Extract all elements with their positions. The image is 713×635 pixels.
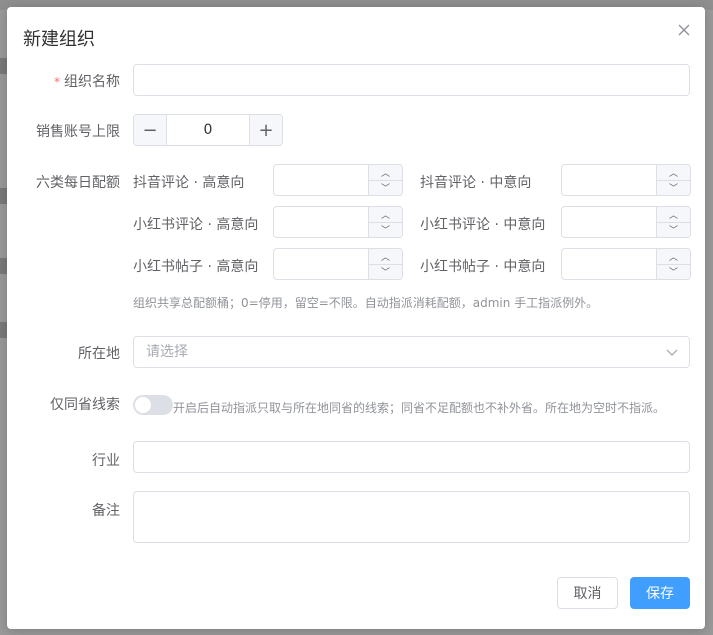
decrease-arrow-icon[interactable]: ﹀ <box>369 264 402 279</box>
location-select[interactable]: 请选择 <box>133 336 690 368</box>
industry-input[interactable] <box>133 441 690 473</box>
remark-label: 备注 <box>92 503 120 519</box>
industry-label: 行业 <box>92 453 120 469</box>
quota-number-input[interactable]: ︿ ﹀ <box>273 206 403 238</box>
quota-item-label: 小红书评论 · 中意向 <box>420 217 546 233</box>
quota-arrows: ︿ ﹀ <box>368 165 402 195</box>
quota-label: 六类每日配额 <box>36 175 120 191</box>
quota-input-field[interactable] <box>562 249 658 279</box>
quota-input-field[interactable] <box>274 249 370 279</box>
increase-arrow-icon[interactable]: ︿ <box>369 207 402 223</box>
increase-arrow-icon[interactable]: ︿ <box>657 249 690 265</box>
quota-item-label: 小红书帖子 · 中意向 <box>420 259 546 275</box>
quota-arrows: ︿ ﹀ <box>656 249 690 279</box>
quota-item-label: 抖音评论 · 中意向 <box>420 175 532 191</box>
close-icon[interactable] <box>673 19 695 41</box>
quota-input-field[interactable] <box>562 207 658 237</box>
same-province-switch[interactable] <box>133 395 173 415</box>
quota-arrows: ︿ ﹀ <box>656 165 690 195</box>
increase-arrow-icon[interactable]: ︿ <box>369 165 402 181</box>
quota-arrows: ︿ ﹀ <box>368 249 402 279</box>
decrease-arrow-icon[interactable]: ﹀ <box>657 180 690 195</box>
decrease-arrow-icon[interactable]: ﹀ <box>369 222 402 237</box>
quota-input-field[interactable] <box>274 207 370 237</box>
required-mark: * <box>54 75 60 89</box>
quota-arrows: ︿ ﹀ <box>656 207 690 237</box>
same-province-hint: 开启后自动指派只取与所在地同省的线索；同省不足配额也不补外省。所在地为空时不指派… <box>173 401 666 415</box>
increase-arrow-icon[interactable]: ︿ <box>657 207 690 223</box>
quota-item-label: 小红书帖子 · 高意向 <box>133 259 259 275</box>
quota-input-field[interactable] <box>562 165 658 195</box>
increase-arrow-icon[interactable]: ︿ <box>657 165 690 181</box>
org-name-input[interactable] <box>133 64 690 96</box>
quota-number-input[interactable]: ︿ ﹀ <box>273 248 403 280</box>
minus-button[interactable]: − <box>134 115 167 145</box>
quota-arrows: ︿ ﹀ <box>368 207 402 237</box>
switch-knob <box>135 397 151 413</box>
quota-input-field[interactable] <box>274 165 370 195</box>
same-province-label: 仅同省线索 <box>50 397 120 413</box>
decrease-arrow-icon[interactable]: ﹀ <box>369 180 402 195</box>
quota-number-input[interactable]: ︿ ﹀ <box>561 164 691 196</box>
quota-item-label: 抖音评论 · 高意向 <box>133 175 245 191</box>
location-label: 所在地 <box>78 346 120 362</box>
quota-number-input[interactable]: ︿ ﹀ <box>273 164 403 196</box>
sales-limit-stepper[interactable]: − 0 + <box>133 114 283 146</box>
org-name-label: * 组织名称 <box>27 71 120 91</box>
chevron-down-icon <box>666 349 678 356</box>
create-org-dialog: 新建组织 * 组织名称 销售账号上限 − 0 + 六类每日配额 抖音评论 · 高意… <box>7 7 705 629</box>
quota-item-label: 小红书评论 · 高意向 <box>133 217 259 233</box>
quota-number-input[interactable]: ︿ ﹀ <box>561 206 691 238</box>
increase-arrow-icon[interactable]: ︿ <box>369 249 402 265</box>
location-placeholder: 请选择 <box>146 344 188 360</box>
org-name-label-text: 组织名称 <box>64 74 120 90</box>
quota-hint: 组织共享总配额桶；0=停用，留空=不限。自动指派消耗配额，admin 手工指派例… <box>133 296 599 310</box>
save-button[interactable]: 保存 <box>630 577 690 609</box>
remark-textarea[interactable] <box>133 491 690 543</box>
decrease-arrow-icon[interactable]: ﹀ <box>657 264 690 279</box>
decrease-arrow-icon[interactable]: ﹀ <box>657 222 690 237</box>
sales-limit-label: 销售账号上限 <box>36 124 120 140</box>
sales-limit-value[interactable]: 0 <box>167 115 249 145</box>
dialog-title: 新建组织 <box>23 29 95 50</box>
plus-button[interactable]: + <box>249 115 282 145</box>
cancel-button[interactable]: 取消 <box>557 577 618 609</box>
quota-number-input[interactable]: ︿ ﹀ <box>561 248 691 280</box>
